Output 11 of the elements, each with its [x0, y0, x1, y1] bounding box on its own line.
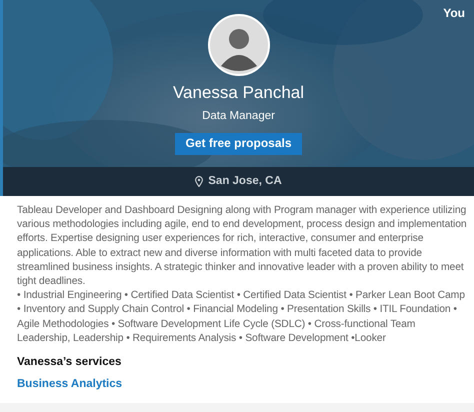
profile-headline: Data Manager	[202, 110, 275, 124]
summary-paragraph: Tableau Developer and Dashboard Designing along with Program manager with experience utilizing various methodologies including agile, end to end development, process design and implementation efforts. Expertise designing user experiences for rich, interactive, consumer and enterprise applications. Able to extract new and diverse information with multi faceted data to provide streamlined business insights. A strategic thinker and innovative leader with a proven ability to meet tight deadlines.	[17, 204, 468, 290]
get-proposals-button[interactable]: Get free proposals	[175, 133, 302, 155]
service-link[interactable]: Business Analytics	[17, 376, 122, 394]
services-heading: Vanessa’s services	[17, 355, 122, 370]
profile-name: Vanessa Panchal	[172, 83, 304, 104]
skills-paragraph: • Industrial Engineering • Certified Data Scientist • Certified Data Scientist • Parker Lean Boot Camp • Inventory and Supply Chain Control • Financial Modeling • Presentation Skills • ITIL Foundation • Agile Methodologies • Software Development Life Cycle (SDLC) • Cross-functional Team Leadership, Leadership • Requirements Analysis • Software Development •Looker	[17, 289, 466, 346]
location-pin-icon	[195, 176, 204, 187]
location-text: San Jose, CA	[208, 174, 282, 189]
avatar	[208, 14, 270, 76]
profile-link[interactable]: You	[443, 4, 465, 22]
